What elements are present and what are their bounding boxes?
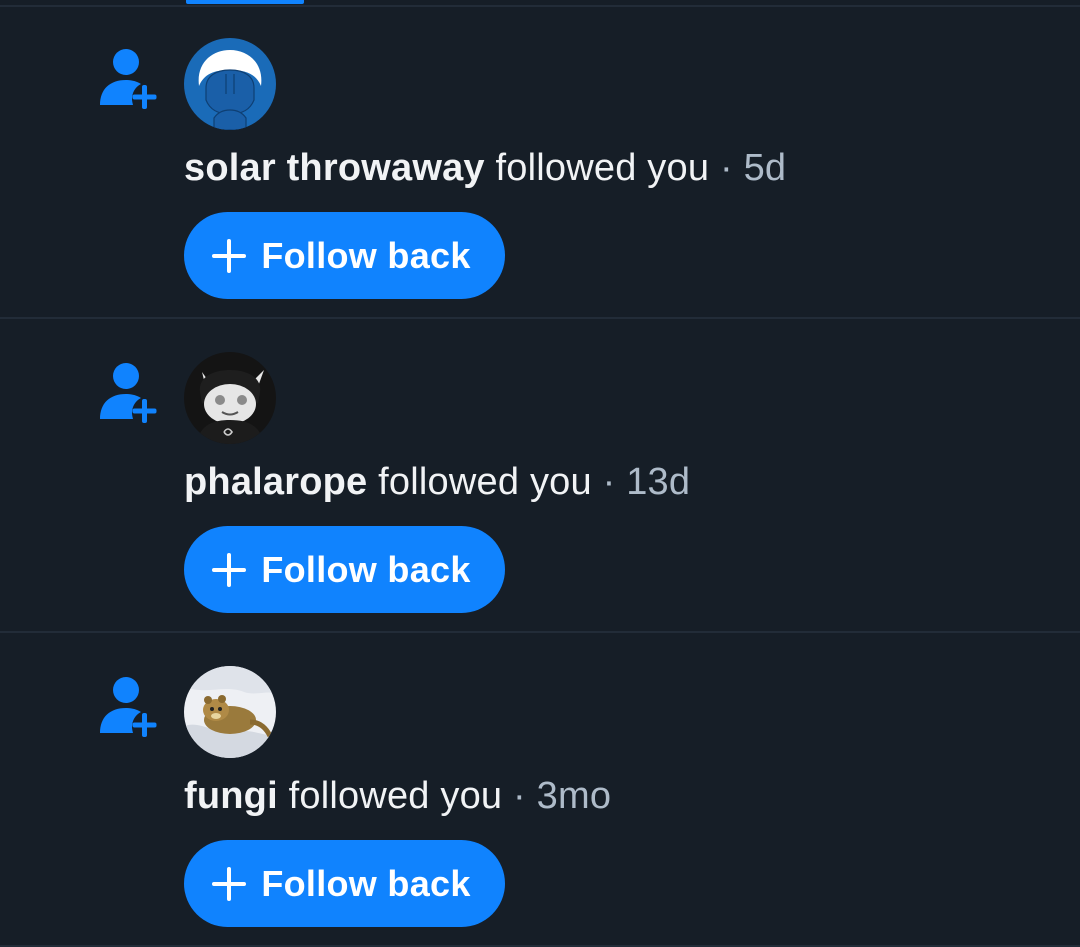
notification-text: solar throwaway followed you · 5d [184,143,786,193]
separator-dot: · [602,461,616,503]
notification-item[interactable]: fungi followed you · 3mo Follow back [0,635,1080,947]
separator-dot: · [719,147,733,189]
follow-back-button[interactable]: Follow back [184,840,505,927]
person-add-icon [98,361,160,423]
avatar-fungi[interactable] [184,666,276,758]
notification-text: phalarope followed you · 13d [184,457,690,507]
notification-action: followed you [495,147,710,189]
separator-dot: · [513,775,526,817]
notification-item[interactable]: solar throwaway followed you · 5d Follow… [0,7,1080,319]
notification-time: 13d [626,461,691,503]
notification-time: 5d [743,147,787,189]
notification-action: followed you [378,461,592,503]
plus-icon [212,552,247,587]
plus-icon [212,238,247,273]
avatar-solar-throwaway[interactable] [184,38,276,130]
follower-name[interactable]: solar throwaway [184,147,485,189]
person-add-icon [98,47,160,109]
follow-back-label: Follow back [261,234,471,276]
plus-icon [212,866,247,901]
notification-text: fungi followed you · 3mo [184,771,611,821]
follow-back-button[interactable]: Follow back [184,212,505,299]
follow-back-button[interactable]: Follow back [184,526,505,613]
follower-name[interactable]: fungi [184,775,278,817]
follow-back-label: Follow back [261,548,471,590]
notifications-list: solar throwaway followed you · 5d Follow… [0,0,1080,947]
follower-name[interactable]: phalarope [184,461,367,503]
notification-item[interactable]: phalarope followed you · 13d Follow back [0,321,1080,633]
follow-back-label: Follow back [261,862,471,904]
avatar-phalarope[interactable] [184,352,276,444]
notification-action: followed you [288,775,503,817]
notification-time: 3mo [536,775,612,817]
active-tab-indicator [186,0,304,4]
person-add-icon [98,675,160,737]
